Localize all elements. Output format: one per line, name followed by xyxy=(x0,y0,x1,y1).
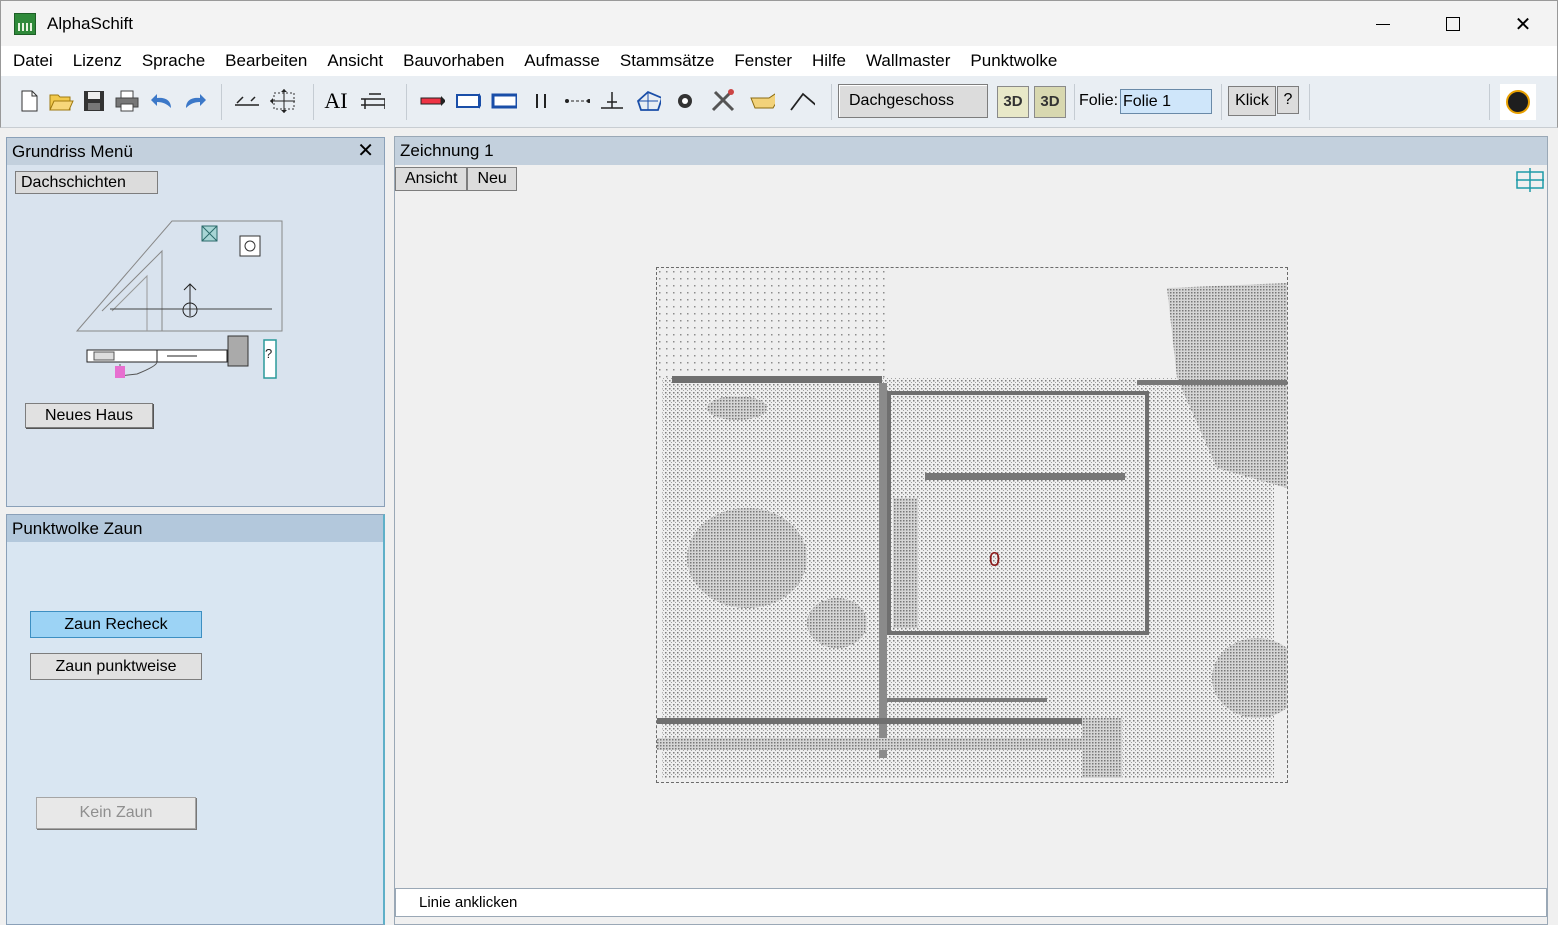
maximize-button[interactable] xyxy=(1418,1,1488,47)
menu-aufmasse[interactable]: Aufmasse xyxy=(514,46,610,76)
crosshair-icon[interactable] xyxy=(1515,167,1545,193)
tab-neu[interactable]: Neu xyxy=(467,167,517,191)
hand-pointer-icon[interactable] xyxy=(749,88,775,114)
close-icon: ✕ xyxy=(1514,13,1532,36)
toolbar-separator xyxy=(1489,84,1490,120)
stair-tool-icon[interactable] xyxy=(359,88,385,114)
gear-icon[interactable] xyxy=(672,88,698,114)
diagram-help-mark: ? xyxy=(265,346,272,361)
maximize-icon xyxy=(1446,17,1460,31)
tab-ansicht[interactable]: Ansicht xyxy=(395,167,468,191)
panel-title: Grundriss Menü ✕ xyxy=(7,138,384,165)
floor-select-button[interactable]: Dachgeschoss xyxy=(838,84,988,118)
height-marker-icon[interactable] xyxy=(599,88,625,114)
menu-hilfe[interactable]: Hilfe xyxy=(802,46,856,76)
text-tool-icon[interactable]: AI xyxy=(323,88,349,114)
dachschichten-button[interactable]: Dachschichten xyxy=(15,171,158,194)
undo-icon[interactable] xyxy=(149,88,175,114)
exit-power-button[interactable] xyxy=(1500,84,1536,120)
view-3d-alt-button[interactable]: 3D xyxy=(1034,86,1066,118)
new-file-icon[interactable] xyxy=(16,88,42,114)
floorplan-preview[interactable]: ? xyxy=(72,216,292,391)
grundriss-panel: Grundriss Menü ✕ Dachschichten ? Neues H… xyxy=(6,137,385,507)
menu-sprache[interactable]: Sprache xyxy=(132,46,215,76)
double-wall-icon[interactable] xyxy=(455,88,481,114)
wall-arrow-icon[interactable] xyxy=(419,88,445,114)
zaun-punktweise-button[interactable]: Zaun punktweise xyxy=(30,653,202,680)
redo-icon[interactable] xyxy=(182,88,208,114)
app-logo-icon xyxy=(14,13,36,35)
polyline-icon[interactable] xyxy=(789,88,815,114)
menu-wallmaster[interactable]: Wallmaster xyxy=(856,46,960,76)
toolbar-separator xyxy=(406,84,407,120)
column-icon[interactable] xyxy=(528,88,554,114)
grundriss-title: Grundriss Menü xyxy=(12,142,133,161)
point-cloud-canvas[interactable]: 0 xyxy=(656,267,1288,783)
move-arrows-icon[interactable] xyxy=(269,88,295,114)
status-bar: Linie anklicken xyxy=(395,888,1547,917)
new-house-button[interactable]: Neues Haus xyxy=(25,403,153,428)
folie-label: Folie: xyxy=(1079,92,1119,109)
menu-ansicht[interactable]: Ansicht xyxy=(317,46,393,76)
save-icon[interactable] xyxy=(81,88,107,114)
klick-button[interactable]: Klick xyxy=(1228,86,1276,116)
toolbar-separator xyxy=(1221,84,1222,120)
toolbar: AI xyxy=(0,76,1558,128)
menu-datei[interactable]: Datei xyxy=(3,46,63,76)
kein-zaun-button[interactable]: Kein Zaun xyxy=(36,797,196,829)
menu-stammsaetze[interactable]: Stammsätze xyxy=(610,46,724,76)
punktwolke-zaun-panel: Punktwolke Zaun Zaun Recheck Zaun punktw… xyxy=(6,514,385,925)
origin-marker: 0 xyxy=(989,549,1000,571)
point-cloud-view: 0 xyxy=(657,268,1287,782)
minimize-icon xyxy=(1376,23,1390,25)
print-icon[interactable] xyxy=(114,88,140,114)
roof-3d-icon[interactable] xyxy=(635,88,661,114)
title-bar: AlphaSchift ✕ xyxy=(0,0,1558,46)
close-icon[interactable]: ✕ xyxy=(357,138,374,165)
drawing-tabs: Ansicht Neu xyxy=(395,167,517,191)
dimension-line-icon[interactable] xyxy=(233,88,259,114)
minimize-button[interactable] xyxy=(1348,1,1418,47)
toolbar-separator xyxy=(1309,84,1310,120)
view-3d-button[interactable]: 3D xyxy=(997,86,1029,118)
drawing-title: Zeichnung 1 xyxy=(395,137,1547,165)
zaun-recheck-button[interactable]: Zaun Recheck xyxy=(30,611,202,638)
power-icon xyxy=(1506,90,1530,114)
zaun-panel-title: Punktwolke Zaun xyxy=(7,515,383,542)
toolbar-separator xyxy=(1074,84,1075,120)
room-rect-icon[interactable] xyxy=(491,88,517,114)
close-button[interactable]: ✕ xyxy=(1488,1,1558,47)
menu-bar: Datei Lizenz Sprache Bearbeiten Ansicht … xyxy=(0,46,1558,76)
open-folder-icon[interactable] xyxy=(48,88,74,114)
menu-bauvorhaben[interactable]: Bauvorhaben xyxy=(393,46,514,76)
window-title: AlphaSchift xyxy=(47,14,133,33)
folie-input[interactable]: Folie 1 xyxy=(1120,89,1212,114)
measure-points-icon[interactable] xyxy=(564,88,590,114)
menu-punktwolke[interactable]: Punktwolke xyxy=(960,46,1067,76)
menu-bearbeiten[interactable]: Bearbeiten xyxy=(215,46,317,76)
toolbar-separator xyxy=(221,84,222,120)
help-button[interactable]: ? xyxy=(1277,86,1299,114)
toolbar-separator xyxy=(831,84,832,120)
menu-fenster[interactable]: Fenster xyxy=(724,46,802,76)
tools-icon[interactable] xyxy=(709,88,735,114)
toolbar-separator xyxy=(313,84,314,120)
drawing-window: Zeichnung 1 Ansicht Neu 0 Linie anklicke… xyxy=(394,136,1548,925)
menu-lizenz[interactable]: Lizenz xyxy=(63,46,132,76)
